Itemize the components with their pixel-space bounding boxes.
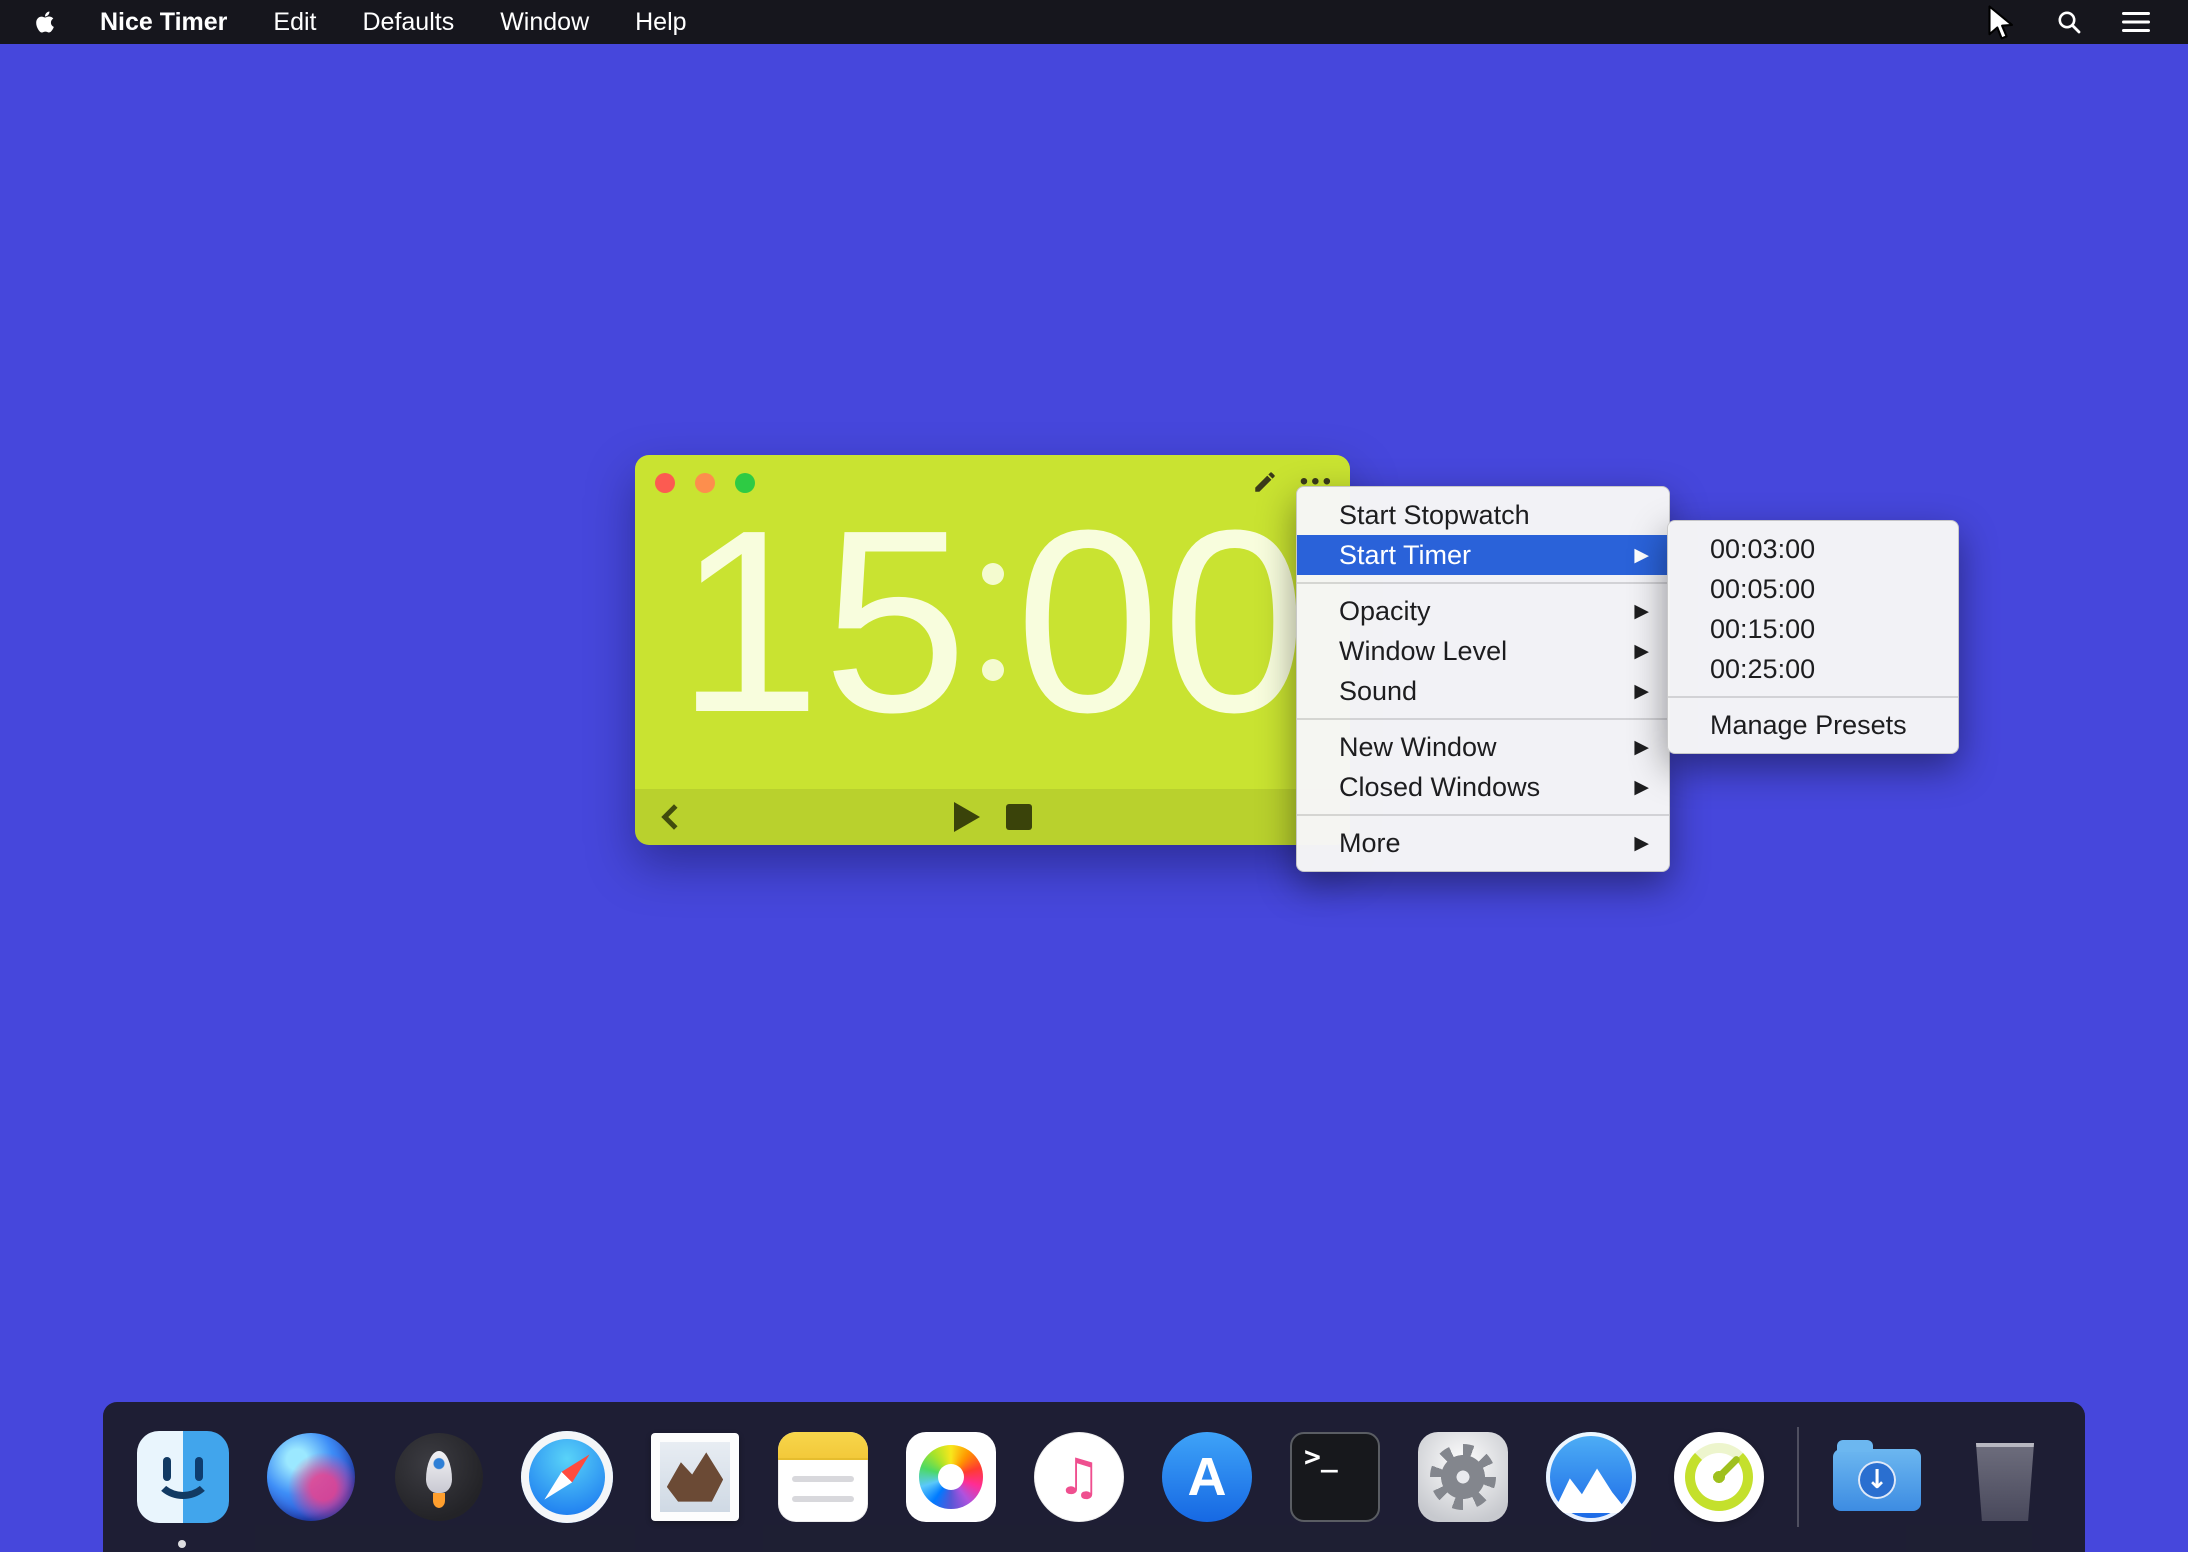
submenu-item-preset-3[interactable]: 00:15:00 <box>1668 609 1958 649</box>
dock-item-trash[interactable] <box>1955 1427 2055 1527</box>
dock-item-launchpad[interactable] <box>389 1427 489 1527</box>
menu-bar-right <box>2056 9 2188 35</box>
menu-item-label: New Window <box>1339 732 1497 763</box>
submenu-arrow-icon <box>1634 776 1649 798</box>
app-menu-title[interactable]: Nice Timer <box>100 8 227 37</box>
submenu-item-preset-1[interactable]: 00:03:00 <box>1668 529 1958 569</box>
menu-item-start-stopwatch[interactable]: Start Stopwatch <box>1297 495 1669 535</box>
context-menu: Start Stopwatch Start Timer Opacity Wind… <box>1296 486 1670 872</box>
menu-item-new-window[interactable]: New Window <box>1297 727 1669 767</box>
menu-separator <box>1668 696 1958 698</box>
menu-item-label: 00:05:00 <box>1710 574 1815 605</box>
dock-item-terminal[interactable] <box>1285 1427 1385 1527</box>
menu-item-label: Opacity <box>1339 596 1431 627</box>
dock-item-siri[interactable] <box>261 1427 361 1527</box>
submenu-arrow-icon <box>1634 600 1649 622</box>
menu-item-label: Closed Windows <box>1339 772 1540 803</box>
submenu-item-preset-4[interactable]: 00:25:00 <box>1668 649 1958 689</box>
menu-item-start-timer[interactable]: Start Timer <box>1297 535 1669 575</box>
dock-item-mail[interactable] <box>645 1427 745 1527</box>
menu-item-label: 00:25:00 <box>1710 654 1815 685</box>
dock-separator <box>1797 1427 1799 1527</box>
running-indicator-dot <box>178 1540 186 1548</box>
stop-button[interactable] <box>1006 804 1032 830</box>
menu-item-more[interactable]: More <box>1297 823 1669 863</box>
menu-item-label: More <box>1339 828 1401 859</box>
dock-item-notes[interactable] <box>773 1427 873 1527</box>
dock-item-photos[interactable] <box>901 1427 1001 1527</box>
timer-minutes: 15 <box>676 492 969 752</box>
apple-logo-icon <box>36 10 54 34</box>
menu-separator <box>1297 718 1669 720</box>
dock-item-nice-timer[interactable] <box>1669 1427 1769 1527</box>
menu-item-label: 00:15:00 <box>1710 614 1815 645</box>
timer-colon-icon <box>982 563 1004 681</box>
submenu-arrow-icon <box>1634 640 1649 662</box>
spotlight-icon[interactable] <box>2056 9 2082 35</box>
dock-item-mountain-app[interactable] <box>1541 1427 1641 1527</box>
submenu-arrow-icon <box>1634 680 1649 702</box>
download-arrow-icon <box>1858 1461 1896 1499</box>
menu-item-label: Start Timer <box>1339 540 1471 571</box>
submenu-arrow-icon <box>1634 544 1649 566</box>
menu-edit[interactable]: Edit <box>273 8 316 37</box>
photos-icon <box>906 1432 996 1522</box>
safari-icon <box>521 1431 613 1523</box>
menu-bar: Nice Timer Edit Defaults Window Help <box>0 0 2188 44</box>
nice-timer-icon <box>1674 1432 1764 1522</box>
dock-item-itunes[interactable] <box>1029 1427 1129 1527</box>
timer-window: 15 00 <box>635 455 1350 845</box>
submenu-arrow-icon <box>1634 736 1649 758</box>
menu-help[interactable]: Help <box>635 8 686 37</box>
mail-icon <box>651 1433 739 1521</box>
notification-center-icon[interactable] <box>2122 10 2150 34</box>
dock-item-downloads[interactable] <box>1827 1427 1927 1527</box>
menu-item-window-level[interactable]: Window Level <box>1297 631 1669 671</box>
preset-submenu: 00:03:00 00:05:00 00:15:00 00:25:00 Mana… <box>1667 520 1959 754</box>
submenu-arrow-icon <box>1634 832 1649 854</box>
timer-seconds: 00 <box>1016 492 1309 752</box>
app-store-icon <box>1162 1432 1252 1522</box>
desktop: Nice Timer Edit Defaults Window Help <box>0 0 2188 1552</box>
menu-item-label: Sound <box>1339 676 1417 707</box>
finder-icon <box>137 1431 229 1523</box>
menu-window[interactable]: Window <box>500 8 589 37</box>
menu-separator <box>1297 814 1669 816</box>
menu-item-closed-windows[interactable]: Closed Windows <box>1297 767 1669 807</box>
submenu-item-manage-presets[interactable]: Manage Presets <box>1668 705 1958 745</box>
menu-item-sound[interactable]: Sound <box>1297 671 1669 711</box>
transport-controls <box>954 802 1032 832</box>
menu-separator <box>1297 582 1669 584</box>
system-preferences-icon <box>1418 1432 1508 1522</box>
dock-item-system-preferences[interactable] <box>1413 1427 1513 1527</box>
play-button[interactable] <box>954 802 980 832</box>
menu-item-label: 00:03:00 <box>1710 534 1815 565</box>
menu-item-label: Window Level <box>1339 636 1507 667</box>
dock-item-finder[interactable] <box>133 1427 233 1527</box>
submenu-item-preset-2[interactable]: 00:05:00 <box>1668 569 1958 609</box>
terminal-icon <box>1290 1432 1380 1522</box>
timer-display: 15 00 <box>635 455 1350 789</box>
menu-item-label: Manage Presets <box>1710 710 1907 741</box>
timer-window-footer <box>635 789 1350 845</box>
dock <box>103 1402 2085 1552</box>
menu-defaults[interactable]: Defaults <box>362 8 454 37</box>
mouse-cursor <box>1985 5 2015 46</box>
apple-menu[interactable] <box>36 10 54 34</box>
notes-icon <box>778 1432 868 1522</box>
menu-item-label: Start Stopwatch <box>1339 500 1530 531</box>
siri-icon <box>267 1433 355 1521</box>
dock-item-safari[interactable] <box>517 1427 617 1527</box>
mountain-app-icon <box>1546 1432 1636 1522</box>
menu-bar-left: Nice Timer Edit Defaults Window Help <box>0 8 687 37</box>
launchpad-icon <box>395 1433 483 1521</box>
dock-item-app-store[interactable] <box>1157 1427 1257 1527</box>
trash-icon <box>1972 1443 2038 1521</box>
downloads-folder-icon <box>1833 1449 1921 1511</box>
itunes-icon <box>1034 1432 1124 1522</box>
menu-item-opacity[interactable]: Opacity <box>1297 591 1669 631</box>
back-chevron-icon[interactable] <box>661 804 686 829</box>
